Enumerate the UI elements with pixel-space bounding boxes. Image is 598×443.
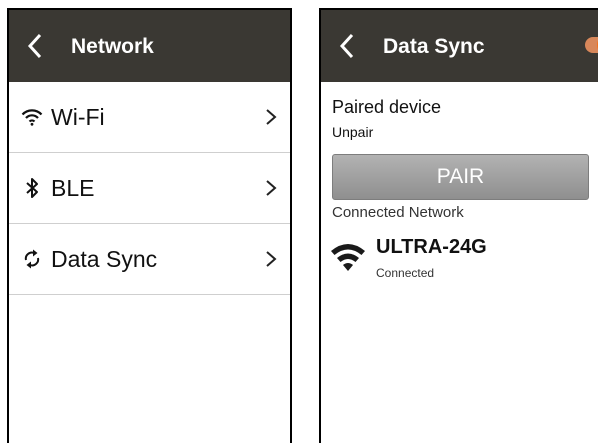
sync-icon <box>20 247 44 271</box>
back-button[interactable] <box>333 32 361 60</box>
menu-item-label: Data Sync <box>51 246 158 272</box>
chevron-left-icon <box>27 33 42 59</box>
back-button[interactable] <box>21 32 49 60</box>
wifi-signal-icon <box>331 244 365 271</box>
network-status: Connected <box>376 266 435 280</box>
menu-item-label: BLE <box>51 175 95 201</box>
chevron-right-icon <box>266 180 277 196</box>
chevron-right-icon <box>266 109 277 125</box>
page-title: Data Sync <box>383 35 485 58</box>
menu-item-data-sync[interactable]: Data Sync <box>9 224 290 295</box>
unpair-link[interactable]: Unpair <box>332 123 373 141</box>
pair-button[interactable]: PAIR <box>332 154 589 200</box>
menu-item-ble[interactable]: BLE <box>9 153 290 224</box>
bluetooth-icon <box>20 176 44 200</box>
chevron-right-icon <box>266 251 277 267</box>
data-sync-screen: Data Sync Paired device Unpair PAIR Conn… <box>319 8 598 443</box>
paired-device-label: Paired device <box>332 97 442 117</box>
network-header: Network <box>9 10 290 82</box>
wifi-icon <box>20 105 44 129</box>
sync-toggle[interactable] <box>585 34 598 56</box>
page-title: Network <box>71 35 154 58</box>
network-screen: Network Wi-Fi BLE Data Sync <box>7 8 292 443</box>
network-name: ULTRA-24G <box>376 236 487 258</box>
connected-network-label: Connected Network <box>332 204 464 221</box>
menu-item-wifi[interactable]: Wi-Fi <box>9 82 290 153</box>
chevron-left-icon <box>339 33 354 59</box>
menu-item-label: Wi-Fi <box>51 104 105 130</box>
data-sync-header: Data Sync <box>321 10 598 82</box>
